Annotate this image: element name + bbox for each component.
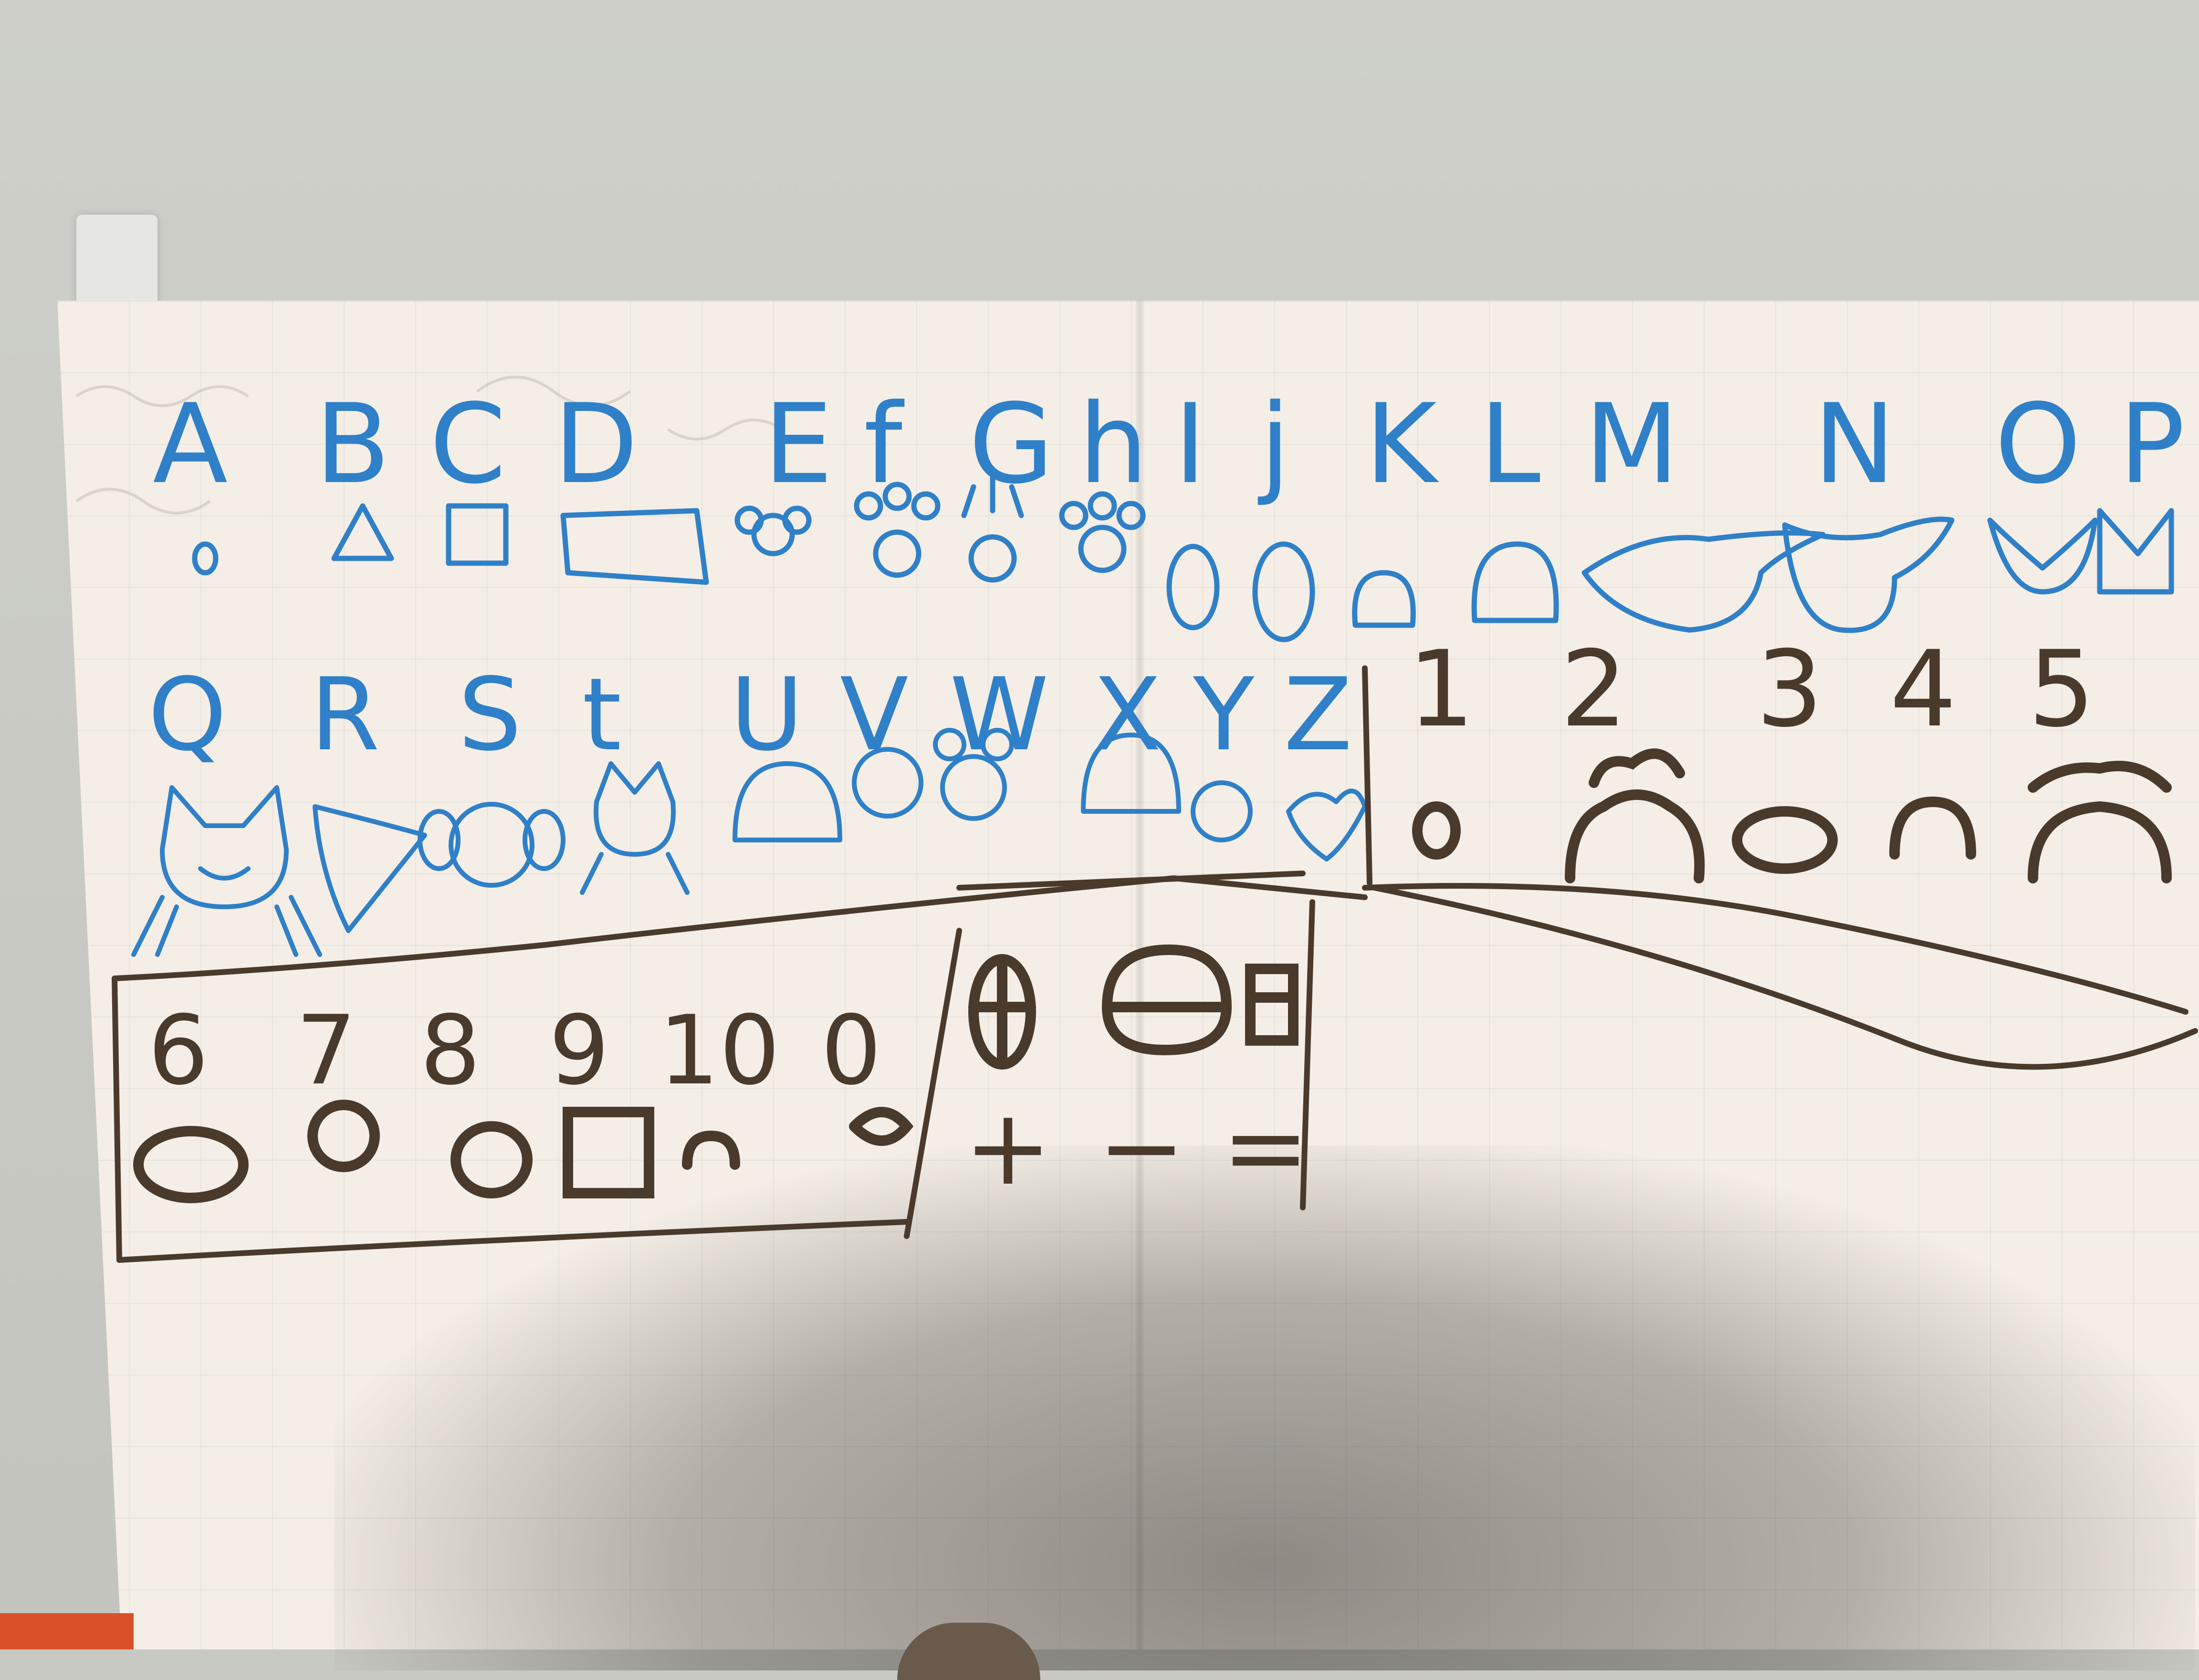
numbers-row-2-glyph: 7 [296, 995, 356, 1106]
numbers-row-2-glyph: 6 [148, 995, 209, 1106]
crown-doodle-icon [2097, 508, 2174, 595]
cat-face-icon [131, 785, 322, 957]
alphabet-row-1-glyph: C [429, 381, 506, 508]
tooth-doodle-icon [1782, 516, 1955, 633]
hand-shadow [334, 1145, 2195, 1670]
numbers-row-1-glyph: 4 [1890, 628, 1957, 750]
alphabet-row-2: QRStUVWXYZ [148, 656, 1352, 773]
ghost-doodle-icon [1352, 570, 1416, 628]
alphabet-row-2-glyph: V [840, 656, 909, 773]
alphabet-row-1-glyph: N [1813, 381, 1895, 508]
alphabet-row-2-glyph: X [1093, 656, 1162, 773]
alphabet-row-2-glyph: Z [1284, 656, 1352, 773]
alphabet-row-2-glyph: Q [148, 656, 227, 773]
alphabet-row-2-glyph: U [730, 656, 804, 773]
alphabet-row-1-glyph: I [1174, 381, 1206, 508]
arch-doodle [1889, 796, 1976, 860]
loop-doodle [849, 1107, 914, 1146]
alphabet-row-1-glyph: B [315, 381, 390, 508]
numbers-row-1-glyph: 5 [2028, 628, 2095, 750]
paw-print-icon [961, 474, 1024, 583]
alphabet-row-1-glyph: O [1995, 381, 2081, 508]
paw-print-icon [734, 505, 812, 556]
alphabet-row-2-glyph: Y [1193, 656, 1255, 773]
numbers-row-1-glyph: 1 [1408, 628, 1475, 750]
numbers-row-2-glyph: 10 [659, 995, 780, 1106]
spider-doodle [2028, 761, 2172, 793]
heart-doodle-icon [1987, 517, 2098, 595]
numbers-row-1-glyph: 3 [1756, 628, 1823, 750]
egg-shape [1252, 541, 1315, 642]
spider-doodle [2028, 801, 2172, 883]
circle-shape [192, 541, 219, 576]
alphabet-row-1-glyph: A [153, 381, 228, 508]
smiley-face-icon [733, 761, 842, 842]
circle-doodle [1412, 801, 1461, 860]
alphabet-row-1-glyph: E [764, 381, 833, 508]
alphabet-row-1-glyph: P [2119, 381, 2185, 508]
numbers-row-1-glyph: 2 [1560, 628, 1627, 750]
box-left-line [112, 976, 122, 1263]
numbers-row-2-glyph: 8 [420, 995, 481, 1106]
heart-doodle-icon [1286, 788, 1367, 861]
flower-doodle [1565, 789, 1705, 883]
smiley-face-icon [1191, 780, 1253, 842]
alphabet-row-2-glyph: R [310, 656, 380, 773]
circle-minus-icon [1101, 944, 1232, 1056]
flower-doodle [1589, 748, 1685, 788]
ghost-doodle-icon [1471, 541, 1559, 623]
numbers-row-2-glyph: 0 [821, 995, 881, 1106]
alphabet-row-1-glyph: h [1079, 381, 1148, 508]
alphabet-row-1-glyph: M [1584, 381, 1679, 508]
vertical-divider-line [1362, 665, 1372, 886]
square-shape [446, 503, 509, 566]
box-top-line [112, 875, 1368, 981]
owl-face-icon [580, 761, 690, 895]
numbers-row-2-glyph: 9 [549, 995, 609, 1106]
alphabet-row-1-glyph: L [1479, 381, 1540, 508]
alphabet-row-2-glyph: t [582, 656, 621, 773]
oval-doodle [133, 1126, 249, 1203]
alphabet-row-1: ABCDEfGhIjKLMNOP [153, 381, 2185, 508]
alphabet-row-1-glyph: j [1257, 381, 1290, 508]
dog-face-icon [418, 802, 565, 888]
alphabet-row-1-glyph: D [554, 381, 638, 508]
numbers-row-2: 6 7 8 9 10 0 [148, 995, 881, 1106]
heart-face-icon [313, 804, 427, 933]
egg-shape [1166, 544, 1220, 630]
alphabet-row-2-glyph: S [458, 656, 522, 773]
rectangle-shape [560, 508, 709, 585]
alphabet-row-1-glyph: f [864, 381, 905, 508]
triangle-shape [331, 503, 394, 561]
numbers-row-1: 12 345 [1408, 628, 2095, 750]
numbers-row-1-doodles [1412, 748, 2172, 883]
orange-object [0, 1613, 134, 1649]
square-equals-icon [1245, 964, 1298, 1046]
alphabet-row-1-glyph: K [1365, 381, 1439, 508]
operators-doodles [968, 944, 1298, 1070]
oval-doodle [1732, 806, 1838, 874]
